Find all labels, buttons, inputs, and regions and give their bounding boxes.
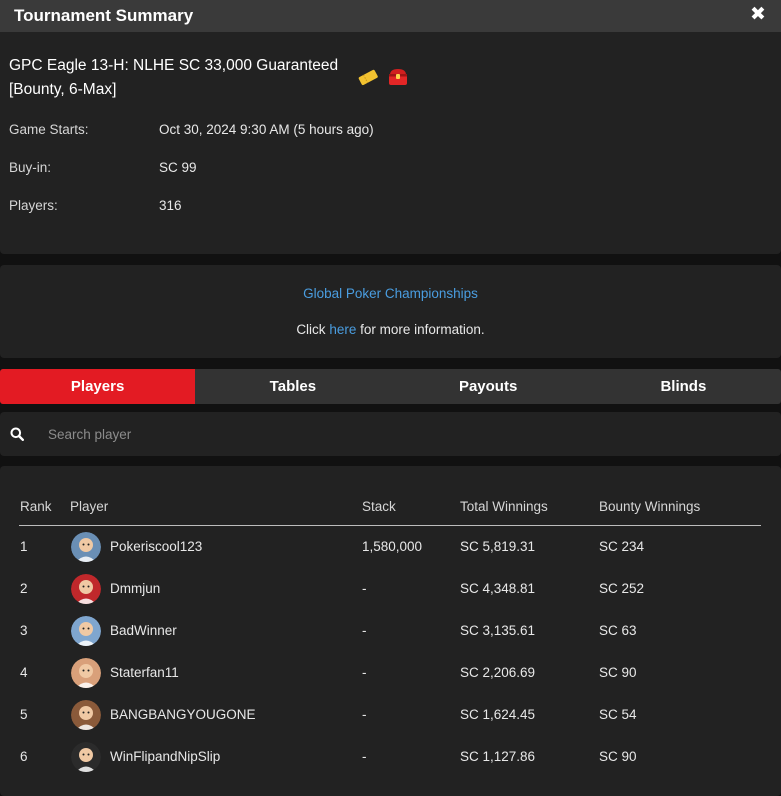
more-info-suffix: for more information. xyxy=(360,322,485,337)
rank-cell: 1 xyxy=(20,539,28,554)
tournament-info-panel: GPC Eagle 13-H: NLHE SC 33,000 Guarantee… xyxy=(0,32,781,254)
column-header-stack[interactable]: Stack xyxy=(362,499,396,514)
table-row[interactable]: 3 BadWinner - SC 3,135.61 SC 63 xyxy=(0,611,781,653)
avatar xyxy=(71,532,101,562)
total-winnings-cell: SC 5,819.31 xyxy=(460,539,536,554)
players-table: Rank Player Stack Total Winnings Bounty … xyxy=(0,466,781,796)
stack-cell: - xyxy=(362,707,367,722)
header-divider xyxy=(19,525,761,526)
total-winnings-cell: SC 1,127.86 xyxy=(460,749,536,764)
player-name-cell: Pokeriscool123 xyxy=(110,539,203,554)
player-name-cell: WinFlipandNipSlip xyxy=(110,749,221,764)
search-icon xyxy=(10,427,25,446)
stack-cell: - xyxy=(362,623,367,638)
buy-in-label: Buy-in: xyxy=(9,160,52,175)
rank-cell: 2 xyxy=(20,581,28,596)
championship-link[interactable]: Global Poker Championships xyxy=(0,286,781,301)
window-title: Tournament Summary xyxy=(14,6,194,25)
total-winnings-cell: SC 1,624.45 xyxy=(460,707,536,722)
promo-panel: Global Poker Championships Click here fo… xyxy=(0,265,781,358)
search-bar xyxy=(0,412,781,456)
close-icon[interactable]: ✖ xyxy=(749,5,767,25)
search-player-input[interactable] xyxy=(40,420,740,448)
rank-cell: 4 xyxy=(20,665,28,680)
ticket-icon xyxy=(357,68,379,91)
title-bar: Tournament Summary ✖ xyxy=(0,0,781,32)
column-header-rank[interactable]: Rank xyxy=(20,499,52,514)
more-info-prefix: Click xyxy=(296,322,326,337)
player-name-cell: Dmmjun xyxy=(110,581,161,596)
avatar xyxy=(71,742,101,772)
stack-cell: - xyxy=(362,749,367,764)
tab-payouts[interactable]: Payouts xyxy=(391,369,586,404)
tab-blinds[interactable]: Blinds xyxy=(586,369,781,404)
avatar xyxy=(71,658,101,688)
table-row[interactable]: 5 BANGBANGYOUGONE - SC 1,624.45 SC 54 xyxy=(0,695,781,737)
column-header-player[interactable]: Player xyxy=(70,499,108,514)
stack-cell: 1,580,000 xyxy=(362,539,423,554)
tab-players[interactable]: Players xyxy=(0,369,196,404)
tab-bar: Players Tables Payouts Blinds xyxy=(0,369,781,404)
player-name-cell: BadWinner xyxy=(110,623,177,638)
bounty-winnings-cell: SC 90 xyxy=(599,749,637,764)
tournament-name: GPC Eagle 13-H: NLHE SC 33,000 Guarantee… xyxy=(9,57,339,98)
player-name-cell: BANGBANGYOUGONE xyxy=(110,707,256,722)
rank-cell: 6 xyxy=(20,749,28,764)
stack-cell: - xyxy=(362,581,367,596)
table-row[interactable]: 4 Staterfan11 - SC 2,206.69 SC 90 xyxy=(0,653,781,695)
avatar xyxy=(71,700,101,730)
total-winnings-cell: SC 3,135.61 xyxy=(460,623,536,638)
column-header-total-winnings[interactable]: Total Winnings xyxy=(460,499,548,514)
column-header-bounty-winnings[interactable]: Bounty Winnings xyxy=(599,499,700,514)
bounty-winnings-cell: SC 54 xyxy=(599,707,637,722)
bounty-chest-icon xyxy=(386,65,410,94)
game-starts-value: Oct 30, 2024 9:30 AM (5 hours ago) xyxy=(159,122,374,137)
players-value: 316 xyxy=(159,198,182,213)
bounty-winnings-cell: SC 234 xyxy=(599,539,645,554)
more-info-text: Click here for more information. xyxy=(0,322,781,337)
here-link[interactable]: here xyxy=(329,322,356,337)
rank-cell: 5 xyxy=(20,707,28,722)
avatar xyxy=(71,574,101,604)
rank-cell: 3 xyxy=(20,623,28,638)
bounty-winnings-cell: SC 63 xyxy=(599,623,637,638)
total-winnings-cell: SC 4,348.81 xyxy=(460,581,536,596)
table-row[interactable]: 2 Dmmjun - SC 4,348.81 SC 252 xyxy=(0,569,781,611)
game-starts-label: Game Starts: xyxy=(9,122,89,137)
total-winnings-cell: SC 2,206.69 xyxy=(460,665,536,680)
bounty-winnings-cell: SC 90 xyxy=(599,665,637,680)
players-label: Players: xyxy=(9,198,58,213)
buy-in-value: SC 99 xyxy=(159,160,197,175)
stack-cell: - xyxy=(362,665,367,680)
avatar xyxy=(71,616,101,646)
player-name-cell: Staterfan11 xyxy=(110,665,179,680)
table-row[interactable]: 6 WinFlipandNipSlip - SC 1,127.86 SC 90 xyxy=(0,737,781,779)
table-row[interactable]: 1 Pokeriscool123 1,580,000 SC 5,819.31 S… xyxy=(0,527,781,569)
tab-tables[interactable]: Tables xyxy=(195,369,390,404)
bounty-winnings-cell: SC 252 xyxy=(599,581,645,596)
